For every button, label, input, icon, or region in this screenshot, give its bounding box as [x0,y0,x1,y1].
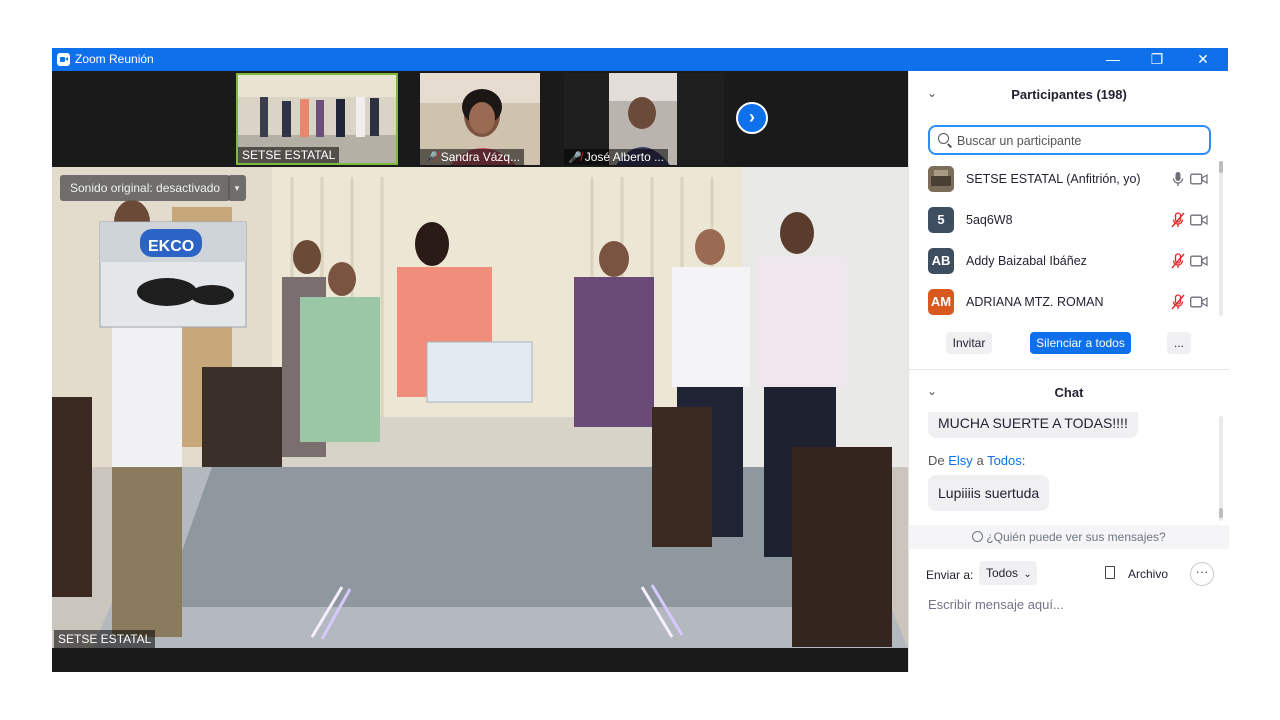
panel-divider [909,369,1229,370]
chat-message-bubble: MUCHA SUERTE A TODAS!!!! [928,412,1138,438]
muted-mic-icon: 🎤̸ [568,152,582,164]
participant-name: ADRIANA MTZ. ROMAN [966,295,1104,309]
muted-microphone-icon[interactable] [1170,212,1186,228]
participant-name: Addy Baizabal Ibáñez [966,254,1087,268]
thumbnail-strip: SETSE ESTATAL 🎤̸ Sandra Vázq... 🎤̸ José … [52,71,908,167]
thumbnail-video[interactable]: 🎤̸ José Alberto ... [564,73,724,165]
chat-more-button[interactable]: ··· [1190,562,1214,586]
send-to-label: Enviar a: [926,568,974,582]
muted-microphone-icon[interactable] [1170,294,1186,310]
window-title: Zoom Reunión [75,52,154,66]
video-camera-icon[interactable] [1190,214,1208,226]
search-icon [938,133,949,144]
video-bottom-bar [52,648,908,672]
participant-photo-avatar [928,166,954,192]
video-camera-icon[interactable] [1190,173,1208,185]
invite-button[interactable]: Invitar [946,332,992,354]
chat-meta-from: De [928,453,945,468]
chat-meta-a: a [976,453,984,468]
zoom-logo-icon [57,53,70,66]
original-sound-dropdown-icon[interactable]: ▾ [228,175,246,201]
participant-row[interactable]: 5 5aq6W8 [928,207,1208,233]
thumbnail-name: 🎤̸ José Alberto ... [564,149,669,165]
participants-title: Participantes (198) [1011,87,1127,102]
thumbnail-video[interactable]: 🎤̸ Sandra Vázq... [420,73,540,165]
participant-name: SETSE ESTATAL (Anfitrión, yo) [966,172,1141,186]
send-to-select[interactable]: Todos ⌄ [979,561,1037,585]
participant-avatar: AM [928,289,954,315]
participant-avatar: 5 [928,207,954,233]
close-button[interactable]: ✕ [1180,48,1226,71]
video-camera-icon[interactable] [1190,255,1208,267]
video-area: SETSE ESTATAL 🎤̸ Sandra Vázq... 🎤̸ José … [52,71,908,672]
muted-mic-icon: 🎤̸ [424,152,438,164]
next-page-button[interactable]: › [736,102,768,134]
chat-scroll-thumb[interactable] [1219,508,1223,518]
box-brand-text: EKCO [148,238,194,255]
chat-scrollbar[interactable] [1219,416,1223,521]
zoom-window: Zoom Reunión — ❐ ✕ SETSE ESTATAL 🎤̸ Sand… [52,48,1229,672]
participant-name: 5aq6W8 [966,213,1013,227]
chevron-down-icon: ⌄ [1023,569,1032,580]
person-lock-icon [972,531,984,542]
participants-scrollbar[interactable] [1219,161,1223,316]
chat-meta-colon: : [1021,453,1026,468]
video-camera-icon[interactable] [1190,296,1208,308]
thumbnail-video[interactable]: SETSE ESTATAL [236,73,398,165]
microphone-icon[interactable] [1170,171,1186,187]
side-panel: ⌄ Participantes (198) SETSE ESTATAL (Anf… [908,71,1229,672]
chat-recipient-link[interactable]: Todos [987,453,1022,468]
muted-microphone-icon[interactable] [1170,253,1186,269]
participant-row[interactable]: SETSE ESTATAL (Anfitrión, yo) [928,166,1208,192]
participant-row[interactable]: AB Addy Baizabal Ibáñez [928,248,1208,274]
participants-more-button[interactable]: ... [1167,332,1191,354]
participant-search-input[interactable] [955,130,1209,152]
mute-all-button[interactable]: Silenciar a todos [1030,332,1131,354]
chat-title: Chat [1054,385,1084,400]
restore-button[interactable]: ❐ [1134,48,1180,71]
speaker-video-frame: EKCO [52,167,908,648]
photo-avatar-icon [928,166,954,192]
who-can-see-banner[interactable]: ¿Quién puede ver sus mensajes? [909,525,1229,549]
active-speaker-video: EKCO Sonido original: desactivado ▾ SETS… [52,167,908,648]
chat-message-bubble: Lupiiiis suertuda [928,475,1050,511]
chat-sender-link[interactable]: Elsy [948,453,973,468]
who-can-see-text: ¿Quién puede ver sus mensajes? [986,530,1166,544]
chat-message-input[interactable] [926,591,1220,617]
send-to-value: Todos [986,566,1019,580]
title-bar: Zoom Reunión — ❐ ✕ [52,48,1228,71]
chat-message-meta: De Elsy a Todos: [928,453,1025,468]
participant-search[interactable] [928,125,1211,155]
minimize-button[interactable]: — [1090,48,1136,71]
participants-scroll-thumb[interactable] [1219,161,1223,173]
speaker-name-label: SETSE ESTATAL [54,630,156,648]
participant-avatar: AB [928,248,954,274]
original-sound-button[interactable]: Sonido original: desactivado [60,175,231,201]
thumbnail-name: SETSE ESTATAL [238,147,340,163]
participant-row[interactable]: AM ADRIANA MTZ. ROMAN [928,289,1208,315]
file-button-label: Archivo [1128,567,1169,581]
file-icon [1105,566,1115,579]
thumbnail-name: 🎤̸ Sandra Vázq... [420,149,525,165]
